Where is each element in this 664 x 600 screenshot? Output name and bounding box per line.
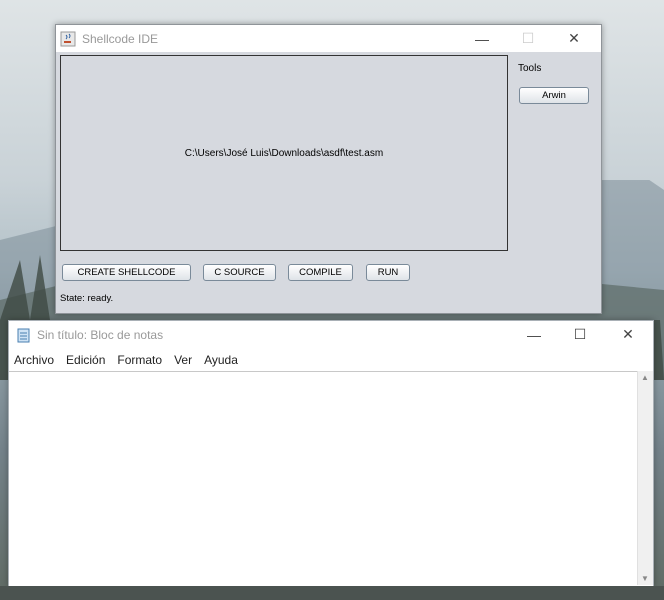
close-button[interactable]: ✕ — [551, 25, 597, 52]
compile-button[interactable]: COMPILE — [288, 264, 353, 281]
title-bar[interactable]: Shellcode IDE — ☐ ✕ — [56, 25, 601, 52]
c-source-button[interactable]: C SOURCE — [203, 264, 276, 281]
file-path-text: C:\Users\José Luis\Downloads\asdf\test.a… — [184, 147, 384, 159]
window-title: Shellcode IDE — [82, 31, 159, 46]
scroll-up-icon[interactable]: ▲ — [641, 373, 649, 382]
minimize-button[interactable]: — — [459, 25, 505, 52]
notepad-minimize-button[interactable]: — — [511, 321, 557, 348]
menu-formato[interactable]: Formato — [117, 353, 162, 367]
tools-label: Tools — [518, 63, 542, 74]
close-icon: ✕ — [568, 30, 580, 46]
notepad-title: Sin título: Bloc de notas — [37, 328, 164, 342]
maximize-button[interactable]: ☐ — [505, 25, 551, 52]
minimize-icon: — — [475, 30, 489, 47]
taskbar-edge — [0, 586, 664, 600]
notepad-title-bar[interactable]: Sin título: Bloc de notas — ☐ ✕ — [9, 321, 653, 349]
maximize-icon: ☐ — [573, 326, 587, 342]
maximize-icon: ☐ — [521, 30, 535, 46]
close-icon: ✕ — [622, 326, 634, 342]
notepad-icon — [17, 328, 30, 343]
menu-ver[interactable]: Ver — [174, 353, 192, 367]
status-text: State: ready. — [60, 293, 114, 304]
notepad-menu-bar: Archivo Edición Formato Ver Ayuda — [9, 349, 653, 371]
vertical-scrollbar[interactable]: ▲ ▼ — [637, 371, 653, 585]
notepad-close-button[interactable]: ✕ — [605, 321, 651, 348]
menu-ayuda[interactable]: Ayuda — [204, 353, 238, 367]
source-editor[interactable]: C:\Users\José Luis\Downloads\asdf\test.a… — [60, 55, 508, 251]
create-shellcode-button[interactable]: CREATE SHELLCODE — [62, 264, 191, 281]
menu-archivo[interactable]: Archivo — [14, 353, 54, 367]
shellcode-ide-window: Shellcode IDE — ☐ ✕ C:\Users\José Luis\D… — [55, 24, 602, 314]
minimize-icon: — — [527, 326, 541, 343]
notepad-maximize-button[interactable]: ☐ — [557, 321, 603, 348]
menu-edicion[interactable]: Edición — [66, 353, 105, 367]
scroll-down-icon[interactable]: ▼ — [641, 574, 649, 583]
java-cup-icon — [60, 31, 76, 46]
notepad-text-area[interactable] — [9, 371, 637, 585]
run-button[interactable]: RUN — [366, 264, 410, 281]
notepad-window: Sin título: Bloc de notas — ☐ ✕ Archivo … — [8, 320, 654, 587]
arwin-button[interactable]: Arwin — [519, 87, 589, 104]
